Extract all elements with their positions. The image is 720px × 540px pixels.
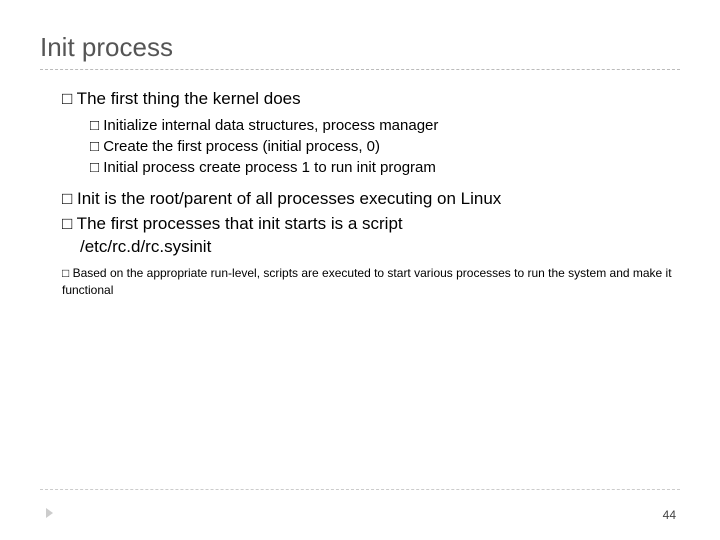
next-arrow-icon xyxy=(46,508,53,518)
bullet-l2: □ Create the first process (initial proc… xyxy=(90,137,680,157)
footer-divider xyxy=(40,489,680,490)
body: □ The first thing the kernel does □ Init… xyxy=(40,88,680,299)
bullet-l2: □ Initialize internal data structures, p… xyxy=(90,116,680,136)
page-number: 44 xyxy=(663,508,676,522)
slide-title: Init process xyxy=(40,32,680,63)
bullet-l1: □ Init is the root/parent of all process… xyxy=(62,188,680,211)
bullet-l2: □ Initial process create process 1 to ru… xyxy=(90,158,680,178)
bullet-l3: □ Based on the appropriate run-level, sc… xyxy=(62,265,680,300)
slide: Init process □ The first thing the kerne… xyxy=(0,0,720,540)
title-divider xyxy=(40,69,680,70)
bullet-l1: □ The first processes that init starts i… xyxy=(62,213,680,259)
bullet-sub: /etc/rc.d/rc.sysinit xyxy=(62,236,680,259)
sublist: □ Initialize internal data structures, p… xyxy=(62,113,680,186)
bullet-l1: □ The first thing the kernel does xyxy=(62,88,680,111)
bullet-text: □ The first processes that init starts i… xyxy=(62,214,403,233)
